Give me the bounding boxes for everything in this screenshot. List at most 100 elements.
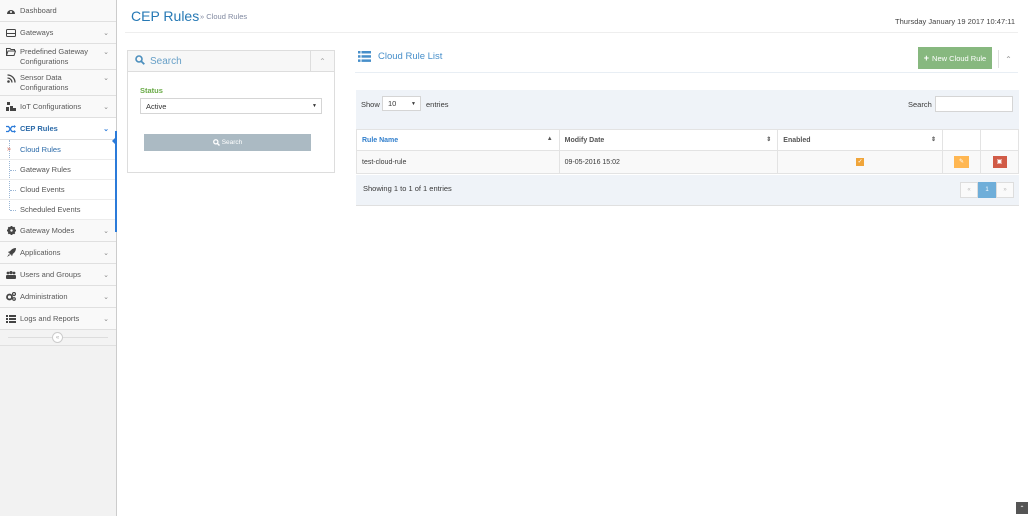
- edit-button[interactable]: ✎: [954, 156, 970, 168]
- rocket-icon: [6, 248, 16, 258]
- sidebar-item-label: IoT Configurations: [20, 101, 82, 111]
- sidebar-item-dashboard[interactable]: Dashboard: [0, 0, 116, 22]
- chevron-down-icon: ⌄: [103, 104, 109, 111]
- sidebar: Dashboard Gateways ⌄ Predefined Gateway …: [0, 0, 117, 516]
- list-icon: [358, 51, 371, 62]
- double-angle-right-icon: »: [7, 146, 11, 153]
- users-icon: [6, 270, 16, 280]
- chevron-down-icon: ⌄: [103, 49, 109, 56]
- active-indicator-notch: [112, 137, 116, 145]
- column-header-delete: [980, 129, 1019, 151]
- search-icon: [135, 54, 145, 68]
- sidebar-item-cep-rules[interactable]: CEP Rules ⌄: [0, 118, 116, 140]
- new-cloud-rule-label: New Cloud Rule: [932, 53, 987, 63]
- search-widget-header: Search ⌃: [128, 51, 334, 72]
- sidebar-item-label: Dashboard: [20, 5, 57, 15]
- sidebar-subitem-scheduled-events[interactable]: Scheduled Events: [0, 200, 116, 220]
- sort-asc-icon: ▲: [546, 136, 553, 142]
- column-label: Modify Date: [564, 136, 605, 144]
- list-widget-title: Cloud Rule List: [378, 51, 443, 62]
- sidebar-item-label: Applications: [20, 247, 61, 257]
- trash-icon: ▣: [996, 159, 1003, 165]
- collapse-widget-button[interactable]: ⌃: [310, 51, 334, 71]
- sort-icon: ⇕: [931, 137, 937, 143]
- status-select-value: Active: [146, 101, 167, 111]
- active-indicator-bar: [115, 131, 117, 232]
- list-widget-header: Cloud Rule List: [358, 51, 442, 62]
- caret-down-icon: ▼: [312, 103, 317, 109]
- chevron-down-icon: ⌄: [103, 294, 109, 301]
- chevron-down-icon: ⌄: [103, 228, 109, 235]
- sidebar-subitem-gateway-rules[interactable]: Gateway Rules: [0, 160, 116, 180]
- sidebar-item-label: CEP Rules: [20, 123, 58, 133]
- page-length-select[interactable]: 10 ▼: [382, 96, 421, 111]
- double-angle-up-icon: ⌃: [1019, 505, 1025, 512]
- status-select[interactable]: Active ▼: [140, 98, 322, 114]
- cloud-rule-table: Rule Name ▲ Modify Date ⇕ Enabled ⇕ test…: [356, 129, 1019, 174]
- caret-down-icon: ▼: [411, 100, 416, 107]
- new-cloud-rule-button[interactable]: + New Cloud Rule: [918, 47, 992, 69]
- chevron-down-icon: ⌄: [103, 75, 109, 82]
- status-label: Status: [140, 86, 163, 95]
- chevron-up-icon: ⌃: [1005, 54, 1012, 64]
- entries-label: entries: [426, 100, 449, 109]
- scroll-to-top-button[interactable]: ⌃: [1016, 502, 1028, 514]
- tachometer-icon: [6, 6, 16, 16]
- pagination-prev[interactable]: «: [960, 182, 978, 198]
- current-datetime: Thursday January 19 2017 10:47:11: [895, 17, 1015, 26]
- sidebar-collapse-row: «: [0, 330, 116, 346]
- chevron-down-icon: ⌄: [103, 126, 109, 133]
- sidebar-subitem-cloud-rules[interactable]: » Cloud Rules: [0, 140, 116, 160]
- breadcrumb-separator: »: [200, 12, 205, 21]
- delete-button[interactable]: ▣: [992, 156, 1007, 168]
- chevron-down-icon: ⌄: [103, 250, 109, 257]
- column-header-rule-name[interactable]: Rule Name ▲: [356, 129, 560, 151]
- table-search-input[interactable]: [935, 96, 1013, 112]
- enabled-checkbox[interactable]: ✓: [856, 158, 865, 166]
- sidebar-subitem-label: Gateway Rules: [20, 165, 71, 174]
- sidebar-item-predefined-gateway-configurations[interactable]: Predefined Gateway Configurations ⌄: [0, 44, 116, 70]
- table-toolbar: Show 10 ▼ entries Search: [356, 90, 1019, 130]
- list-icon: [6, 314, 16, 324]
- collapse-list-button[interactable]: ⌃: [998, 50, 1018, 68]
- sidebar-item-gateways[interactable]: Gateways ⌄: [0, 22, 116, 44]
- list-header-divider: [355, 72, 1018, 73]
- page-length-value: 10: [388, 99, 397, 108]
- column-header-modify-date[interactable]: Modify Date ⇕: [558, 129, 779, 151]
- sidebar-item-logs-and-reports[interactable]: Logs and Reports ⌄: [0, 308, 116, 330]
- search-icon: [212, 139, 220, 146]
- sidebar-collapse-button[interactable]: «: [52, 332, 63, 343]
- breadcrumb: » Cloud Rules: [200, 12, 247, 21]
- sidebar-item-administration[interactable]: Administration ⌄: [0, 286, 116, 308]
- search-button-label: Search: [221, 139, 243, 146]
- column-header-enabled[interactable]: Enabled ⇕: [777, 129, 944, 151]
- sidebar-subitem-label: Cloud Events: [20, 185, 65, 194]
- sidebar-subitem-label: Cloud Rules: [20, 145, 61, 154]
- sidebar-item-label: Administration: [20, 291, 68, 301]
- sidebar-item-gateway-modes[interactable]: Gateway Modes ⌄: [0, 220, 116, 242]
- sidebar-item-label: Predefined Gateway Configurations: [20, 47, 88, 66]
- sidebar-subitem-label: Scheduled Events: [20, 205, 81, 214]
- rss-icon: [6, 73, 16, 83]
- sidebar-item-label: Gateway Modes: [20, 225, 75, 235]
- cogs-icon: [6, 292, 16, 302]
- pencil-icon: ✎: [959, 159, 965, 165]
- cell-delete: ▣: [980, 150, 1019, 174]
- sidebar-item-iot-configurations[interactable]: IoT Configurations ⌄: [0, 96, 116, 118]
- pagination: « 1 »: [960, 182, 1014, 198]
- sidebar-item-users-and-groups[interactable]: Users and Groups ⌄: [0, 264, 116, 286]
- sidebar-item-sensor-data-configurations[interactable]: Sensor Data Configurations ⌄: [0, 70, 116, 96]
- breadcrumb-current[interactable]: Cloud Rules: [206, 12, 247, 21]
- sidebar-subitem-cloud-events[interactable]: Cloud Events: [0, 180, 116, 200]
- pagination-next[interactable]: »: [996, 182, 1014, 198]
- sort-icon: ⇕: [766, 137, 772, 143]
- pagination-page-1[interactable]: 1: [978, 182, 996, 198]
- cell-edit: ✎: [942, 150, 981, 174]
- show-label: Show: [361, 100, 380, 109]
- table-info: Showing 1 to 1 of 1 entries: [363, 184, 452, 193]
- cog-icon: [6, 226, 16, 236]
- search-button[interactable]: Search: [144, 134, 311, 151]
- sidebar-item-applications[interactable]: Applications ⌄: [0, 242, 116, 264]
- plus-icon: +: [923, 53, 930, 63]
- sidebar-item-label: Users and Groups: [20, 269, 81, 279]
